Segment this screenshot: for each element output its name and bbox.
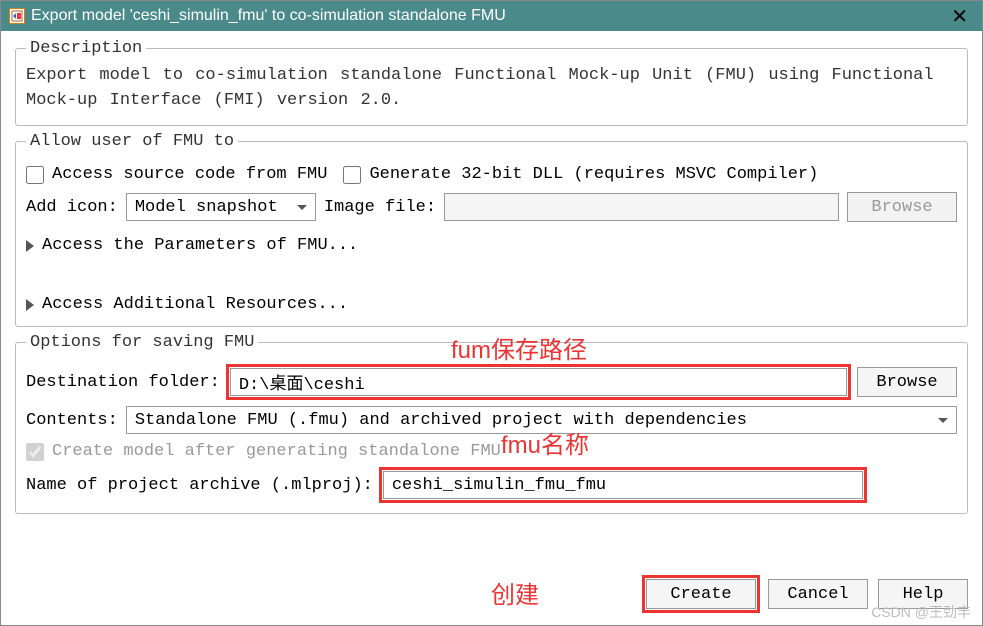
- image-file-label: Image file:: [324, 198, 436, 217]
- allow-legend: Allow user of FMU to: [26, 132, 238, 151]
- watermark: CSDN @王劲丰: [871, 602, 971, 622]
- access-source-checkbox[interactable]: [26, 166, 44, 184]
- triangle-right-icon: [26, 240, 34, 252]
- annotation-create: 创建: [491, 575, 539, 610]
- saving-legend: Options for saving FMU: [26, 333, 258, 352]
- contents-label: Contents:: [26, 411, 118, 430]
- project-archive-name-label: Name of project archive (.mlproj):: [26, 476, 373, 495]
- add-icon-selected: Model snapshot: [135, 198, 278, 217]
- description-text: Export model to co-simulation standalone…: [26, 64, 957, 113]
- image-browse-button: Browse: [847, 192, 957, 222]
- description-legend: Description: [26, 39, 146, 58]
- gen32-checkbox[interactable]: [343, 166, 361, 184]
- titlebar: Export model 'ceshi_simulin_fmu' to co-s…: [1, 1, 982, 31]
- project-archive-name-input[interactable]: [383, 471, 863, 499]
- destination-folder-input[interactable]: [230, 368, 847, 396]
- destination-browse-button[interactable]: Browse: [857, 367, 957, 397]
- cancel-button[interactable]: Cancel: [768, 579, 868, 609]
- add-icon-label: Add icon:: [26, 198, 118, 217]
- add-icon-select[interactable]: Model snapshot: [126, 193, 316, 221]
- contents-select[interactable]: Standalone FMU (.fmu) and archived proje…: [126, 406, 957, 434]
- gen32-label: Generate 32-bit DLL (requires MSVC Compi…: [369, 165, 818, 184]
- destination-folder-label: Destination folder:: [26, 373, 220, 392]
- access-source-label: Access source code from FMU: [52, 165, 327, 184]
- contents-selected: Standalone FMU (.fmu) and archived proje…: [135, 411, 747, 430]
- create-model-checkbox: [26, 443, 44, 461]
- button-bar: 创建 Create Cancel Help: [1, 567, 982, 625]
- annotation-save-path: fum保存路径: [451, 330, 587, 365]
- allow-group: Allow user of FMU to Access source code …: [15, 132, 968, 327]
- access-resources-expander[interactable]: Access Additional Resources...: [26, 295, 957, 314]
- access-parameters-expander[interactable]: Access the Parameters of FMU...: [26, 236, 957, 255]
- access-resources-label: Access Additional Resources...: [42, 295, 348, 314]
- create-button[interactable]: Create: [646, 579, 756, 609]
- window-title: Export model 'ceshi_simulin_fmu' to co-s…: [31, 7, 506, 25]
- close-button[interactable]: ✕: [945, 4, 974, 29]
- triangle-right-icon: [26, 299, 34, 311]
- create-model-label: Create model after generating standalone…: [52, 442, 501, 461]
- dialog-window: Export model 'ceshi_simulin_fmu' to co-s…: [0, 0, 983, 626]
- description-group: Description Export model to co-simulatio…: [15, 39, 968, 126]
- saving-group: Options for saving FMU fum保存路径 Destinati…: [15, 333, 968, 514]
- app-icon: [9, 8, 25, 24]
- image-file-input[interactable]: [444, 193, 839, 221]
- access-parameters-label: Access the Parameters of FMU...: [42, 236, 358, 255]
